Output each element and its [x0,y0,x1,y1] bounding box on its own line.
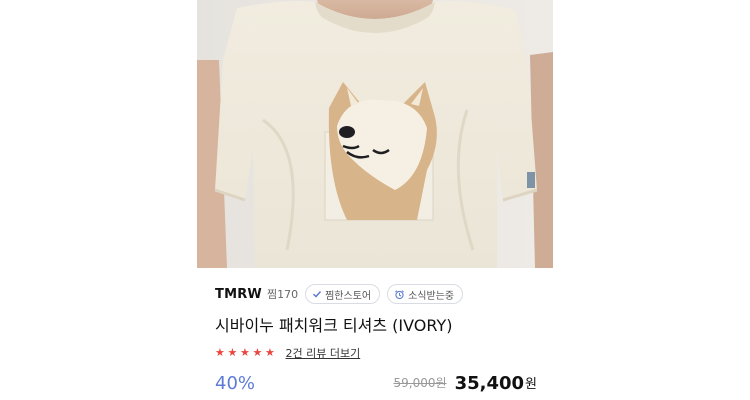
currency-unit: 원 [525,377,537,392]
star-icon: ★ [227,346,238,359]
alarm-clock-icon [394,289,405,300]
sale-price: 35,400 [454,373,525,394]
reviews-link[interactable]: 2건 리뷰 더보기 [286,345,361,361]
star-icon: ★ [215,346,225,359]
product-title[interactable]: 시바이누 패치워크 티셔츠 (IVORY) [215,315,545,337]
favorite-store-label: 찜한스토어 [325,290,372,302]
product-photo [197,0,553,268]
star-icon: ★ [252,346,263,359]
star-icon: ★ [240,346,250,359]
check-icon [312,289,322,299]
star-icon: ★ [265,346,275,359]
subscribed-news-badge[interactable]: 소식받는중 [387,284,464,304]
discount-rate: 40% [215,373,256,394]
brand-row: TMRW 찜170 찜한스토어 소식받는중 [215,282,545,306]
brand-name[interactable]: TMRW [215,287,262,302]
original-price: 59,000원 [393,376,447,390]
favorite-store-badge[interactable]: 찜한스토어 [305,284,381,304]
price-row: 40% 59,000원 35,400 원 [215,368,537,394]
product-card[interactable]: TMRW 찜170 찜한스토어 소식받는중 시바이누 패치워크 티셔츠 (IVO… [197,0,553,400]
product-info: TMRW 찜170 찜한스토어 소식받는중 시바이누 패치워크 티셔츠 (IVO… [215,282,545,394]
product-image[interactable] [197,0,553,268]
like-count: 찜170 [266,288,299,301]
subscribed-news-label: 소식받는중 [408,290,455,302]
star-rating: ★ ★ ★ ★ ★ [215,346,278,360]
rating-row: ★ ★ ★ ★ ★ 2건 리뷰 더보기 [215,345,545,361]
